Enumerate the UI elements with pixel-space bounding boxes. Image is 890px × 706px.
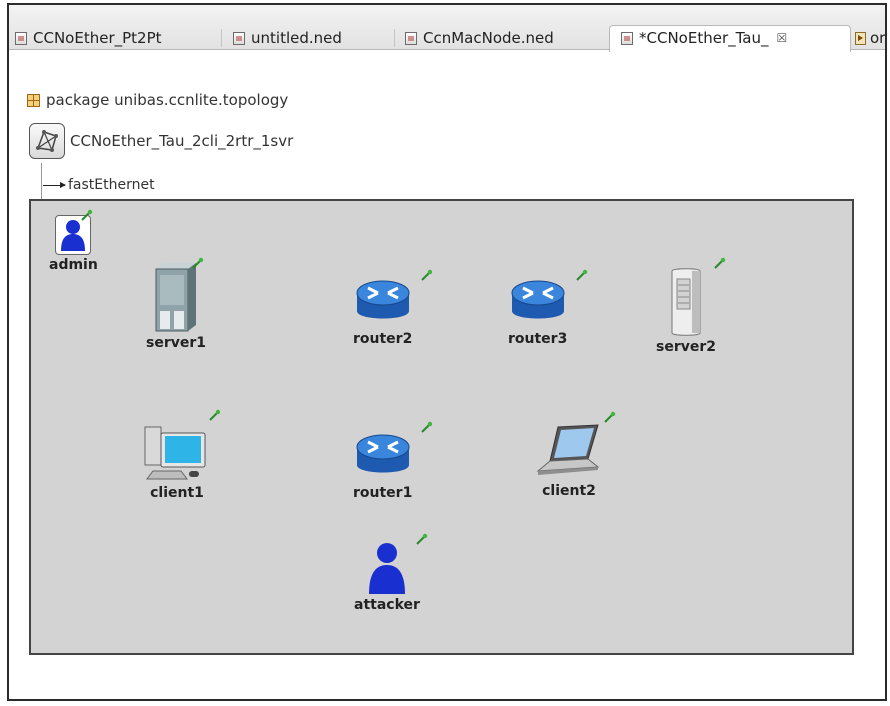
pin-icon — [604, 411, 616, 423]
network-canvas[interactable]: admin server1 router2 router3 server2 cl… — [29, 199, 854, 655]
node-client2[interactable]: client2 — [536, 411, 616, 499]
node-label: router2 — [353, 331, 413, 347]
node-label: admin — [49, 257, 98, 273]
pin-icon — [209, 409, 221, 421]
server-rack-icon — [155, 263, 196, 332]
router-icon — [356, 434, 410, 473]
tab-label: CCNoEther_Pt2Pt — [33, 29, 162, 47]
admin-icon — [55, 215, 92, 255]
router-icon — [511, 280, 565, 319]
ned-file-icon — [621, 31, 633, 45]
pin-icon — [81, 209, 93, 221]
node-label: attacker — [354, 597, 420, 613]
tree-connector-line — [41, 163, 42, 201]
node-label: router1 — [353, 485, 413, 501]
tab-separator — [221, 29, 222, 47]
run-file-icon — [855, 31, 866, 45]
ned-file-icon — [405, 31, 417, 45]
ned-file-icon — [233, 31, 245, 45]
router-icon — [356, 280, 410, 319]
tab-ccnoether-tau[interactable]: *CCNoEther_Tau_ ☒ — [621, 27, 787, 49]
tab-label: untitled.ned — [251, 29, 342, 47]
tab-omnetpp-ini[interactable]: or — [855, 27, 885, 49]
close-tab-icon[interactable]: ☒ — [777, 31, 788, 45]
network-header[interactable]: CCNoEther_Tau_2cli_2rtr_1svr — [29, 123, 293, 159]
package-text: package unibas.ccnlite.topology — [46, 91, 289, 109]
attacker-icon — [368, 543, 405, 594]
tab-ccnoether-pt2pt[interactable]: CCNoEther_Pt2Pt — [15, 27, 162, 49]
pin-icon — [416, 533, 428, 545]
node-attacker[interactable]: attacker — [354, 533, 428, 613]
node-server2[interactable]: server2 — [656, 257, 726, 355]
node-client1[interactable]: client1 — [143, 409, 221, 501]
pin-icon — [192, 257, 204, 269]
tab-ccnmacnode-ned[interactable]: CcnMacNode.ned — [405, 27, 554, 49]
tab-label: *CCNoEther_Tau_ — [639, 29, 769, 47]
network-name: CCNoEther_Tau_2cli_2rtr_1svr — [70, 132, 294, 150]
connection-type-row[interactable]: fastEthernet — [43, 177, 155, 193]
tab-label: CcnMacNode.ned — [423, 29, 554, 47]
node-router1[interactable]: router1 — [353, 421, 433, 501]
tab-untitled-ned[interactable]: untitled.ned — [233, 27, 342, 49]
desktop-computer-icon — [144, 426, 206, 480]
node-label: server1 — [146, 335, 206, 351]
node-router2[interactable]: router2 — [353, 269, 433, 347]
ned-file-icon — [15, 31, 27, 45]
connection-type-label: fastEthernet — [68, 177, 155, 193]
node-server1[interactable]: server1 — [146, 257, 206, 351]
pin-icon — [421, 269, 433, 281]
node-label: router3 — [508, 331, 568, 347]
package-icon — [27, 93, 40, 107]
server-tower-icon — [671, 268, 701, 336]
ned-editor-window: CCNoEther_Pt2Pt untitled.ned CcnMacNode.… — [7, 3, 887, 701]
node-admin[interactable]: admin — [49, 209, 98, 273]
tab-separator — [394, 29, 395, 47]
connection-arrow-icon — [43, 181, 66, 188]
node-label: client2 — [542, 483, 596, 499]
pin-icon — [421, 421, 433, 433]
tab-label: or — [870, 29, 886, 47]
node-label: server2 — [656, 339, 716, 355]
package-declaration[interactable]: package unibas.ccnlite.topology — [27, 91, 288, 109]
node-label: client1 — [150, 485, 204, 501]
editor-tab-bar: CCNoEther_Pt2Pt untitled.ned CcnMacNode.… — [9, 5, 885, 52]
network-icon — [29, 123, 65, 159]
pin-icon — [576, 269, 588, 281]
node-router3[interactable]: router3 — [508, 269, 588, 347]
pin-icon — [714, 257, 726, 269]
laptop-icon — [536, 424, 600, 475]
